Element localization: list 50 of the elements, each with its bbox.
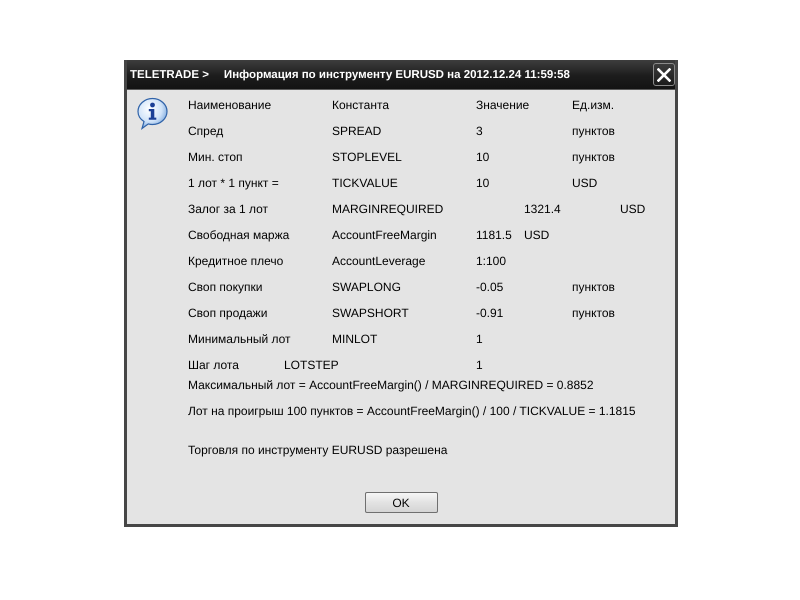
table-cell: Своп продажи bbox=[188, 306, 268, 320]
table-cell: 10 bbox=[476, 176, 490, 190]
table-cell: Свободная маржа bbox=[188, 228, 290, 242]
table-cell: Минимальный лот bbox=[188, 332, 291, 346]
table-cell: USD bbox=[524, 228, 550, 242]
column-header: Ед.изм. bbox=[572, 98, 614, 112]
table-cell: 1 лот * 1 пункт = bbox=[188, 176, 279, 190]
table-cell: SPREAD bbox=[332, 124, 382, 138]
column-header: Наименование bbox=[188, 98, 272, 112]
table-cell: LOTSTEP bbox=[284, 358, 339, 372]
table-cell: 10 bbox=[476, 150, 490, 164]
table-cell: пунктов bbox=[572, 124, 615, 138]
ok-button[interactable]: OK bbox=[364, 492, 438, 513]
table-cell: Мин. стоп bbox=[188, 150, 243, 164]
window-title: Информация по инструменту EURUSD на 2012.12.24 11:59:58 bbox=[224, 68, 570, 80]
app-name: TELETRADE > bbox=[130, 68, 209, 80]
column-header: Константа bbox=[332, 98, 389, 112]
status-message: Торговля по инструменту EURUSD разрешена bbox=[188, 443, 448, 458]
formula-text: Максимальный лот = AccountFreeMargin() / MARGINREQUIRED = 0.8852 bbox=[188, 378, 594, 393]
table-cell: SWAPLONG bbox=[332, 280, 401, 294]
table-cell: пунктов bbox=[572, 306, 615, 320]
table-cell: AccountFreeMargin bbox=[332, 228, 437, 242]
table-cell: Кредитное плечо bbox=[188, 254, 284, 268]
table-cell: AccountLeverage bbox=[332, 254, 426, 268]
table-cell: 1 bbox=[476, 332, 483, 346]
table-cell: Спред bbox=[188, 124, 224, 138]
table-cell: STOPLEVEL bbox=[332, 150, 402, 164]
table-cell: USD bbox=[620, 202, 646, 216]
column-header: Значение bbox=[476, 98, 530, 112]
table-cell: 1:100 bbox=[476, 254, 506, 268]
table-cell: -0.91 bbox=[476, 306, 504, 320]
info-icon bbox=[136, 97, 169, 130]
close-button[interactable] bbox=[653, 63, 675, 86]
table-cell: пунктов bbox=[572, 280, 615, 294]
table-cell: 3 bbox=[476, 124, 483, 138]
table-cell: MINLOT bbox=[332, 332, 378, 346]
table-cell: Своп покупки bbox=[188, 280, 262, 294]
table-cell: MARGINREQUIRED bbox=[332, 202, 444, 216]
table-cell: 1321.4 bbox=[524, 202, 561, 216]
close-icon bbox=[657, 68, 671, 82]
table-cell: 1181.5 bbox=[476, 228, 512, 242]
table-cell: USD bbox=[572, 176, 598, 190]
table-cell: TICKVALUE bbox=[332, 176, 398, 190]
table-cell: Шаг лота bbox=[188, 358, 239, 372]
formula-text: Лот на проигрыш 100 пунктов = AccountFreeMargin() / 100 / TICKVALUE = 1.1815 bbox=[188, 404, 636, 419]
table-cell: 1 bbox=[476, 358, 483, 372]
table-cell: SWAPSHORT bbox=[332, 306, 409, 320]
table-cell: -0.05 bbox=[476, 280, 504, 294]
table-cell: Залог за 1 лот bbox=[188, 202, 268, 216]
table-cell: пунктов bbox=[572, 150, 615, 164]
